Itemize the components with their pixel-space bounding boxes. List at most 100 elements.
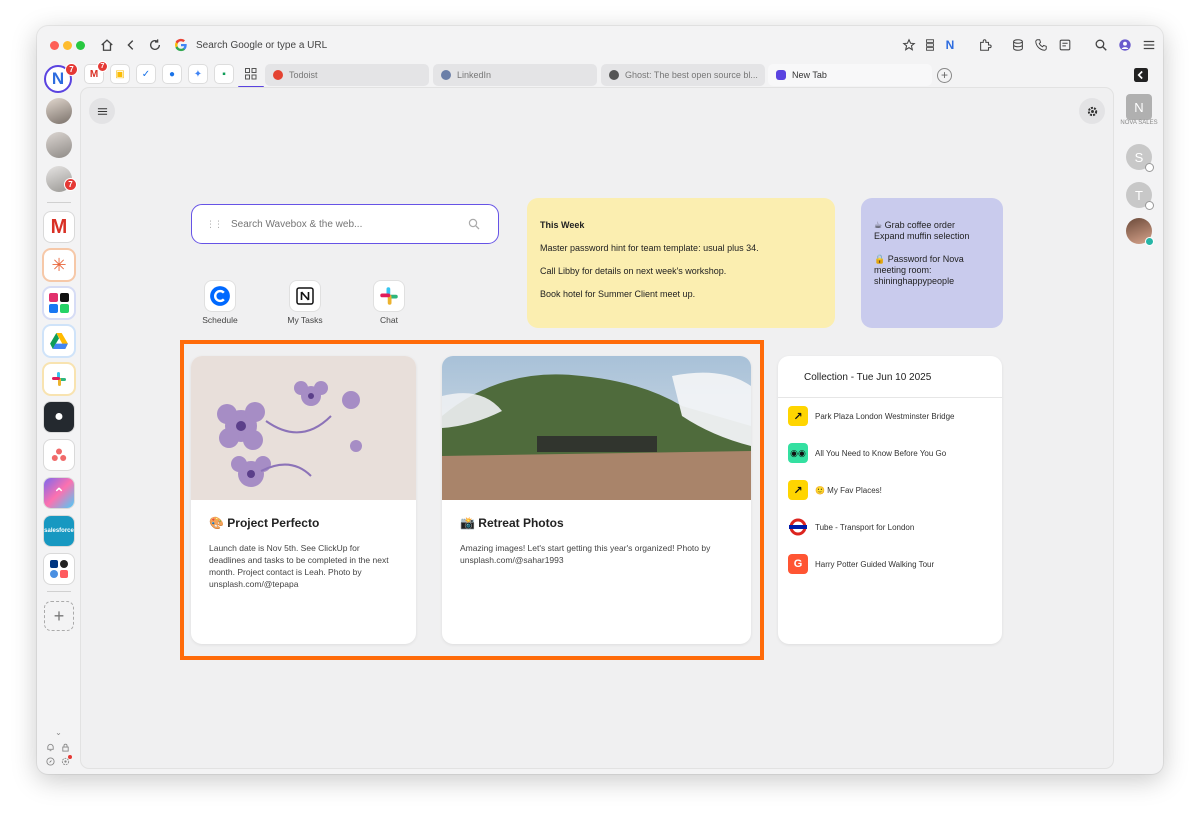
compass-icon[interactable] [46, 757, 55, 766]
chevron-down-icon[interactable]: ⌄ [54, 728, 63, 737]
sidebar-divider [47, 202, 71, 203]
notification-dot [68, 755, 72, 759]
shortcut-my-tasks[interactable]: My Tasks [270, 281, 340, 325]
database-icon[interactable] [1010, 37, 1026, 53]
claude-app-icon[interactable]: ✳ [44, 250, 74, 280]
reload-icon[interactable] [147, 37, 163, 53]
minimize-window-button[interactable] [63, 41, 72, 50]
card-project-perfecto[interactable]: 🎨 Project Perfecto Launch date is Nov 5t… [191, 356, 416, 644]
sticky-note-this-week[interactable]: This Week Master password hint for team … [527, 198, 835, 328]
ghost-icon [609, 70, 619, 80]
search-icon[interactable] [1093, 37, 1109, 53]
nova-sales-workspace[interactable]: N [1126, 94, 1152, 120]
contact-avatar-photo[interactable] [1126, 218, 1154, 246]
shortcut-chat[interactable]: Chat [354, 281, 424, 325]
menu-icon[interactable] [1141, 37, 1157, 53]
search-icon[interactable] [468, 218, 480, 230]
collection-item[interactable]: Tube - Transport for London [788, 517, 914, 537]
getyourguide-icon: G [788, 554, 808, 574]
collection-item[interactable]: G Harry Potter Guided Walking Tour [788, 554, 934, 574]
note-title: This Week [540, 220, 585, 230]
stack-icon[interactable] [922, 37, 938, 53]
contacts-tab-icon[interactable]: ● [163, 65, 181, 83]
tab-label: LinkedIn [457, 70, 492, 80]
apps-group-icon[interactable] [44, 554, 74, 584]
notes-icon[interactable] [1057, 37, 1073, 53]
collection-widget[interactable]: Collection - Tue Jun 10 2025 ↗ Park Plaz… [778, 356, 1002, 644]
tab-ghost[interactable]: Ghost: The best open source bl... [601, 64, 765, 86]
tfl-icon [788, 517, 808, 537]
tasks-tab-icon[interactable]: ✓ [137, 65, 155, 83]
account-icon[interactable] [1117, 37, 1133, 53]
shortcut-label: Chat [380, 315, 398, 325]
contact-avatar-2[interactable] [46, 132, 72, 158]
tab-label: Ghost: The best open source bl... [625, 70, 758, 80]
collection-item[interactable]: ↗ Park Plaza London Westminster Bridge [788, 406, 954, 426]
shortcut-schedule[interactable]: Schedule [185, 281, 255, 325]
slack-app-icon[interactable] [44, 364, 74, 394]
google-drive-icon[interactable] [44, 326, 74, 356]
note-line: ☕ Grab coffee order [874, 220, 955, 230]
tab-linkedin[interactable]: LinkedIn [433, 64, 597, 86]
calendar-tab-icon[interactable]: ▣ [111, 65, 129, 83]
social-group-icon[interactable] [44, 288, 74, 318]
presence-dot [1145, 163, 1154, 172]
presence-dot [1145, 201, 1154, 210]
salesforce-app-icon[interactable]: salesforce [44, 516, 74, 546]
sticky-note-coffee[interactable]: ☕ Grab coffee order Expand muffin select… [861, 198, 1003, 328]
browser-window: Search Google or type a URL N N 7 M 7 ▣ … [37, 26, 1163, 774]
back-icon[interactable] [123, 37, 139, 53]
contact-avatar-t[interactable]: T [1126, 182, 1154, 210]
floral-image [191, 356, 416, 500]
collection-title: Collection - Tue Jun 10 2025 [778, 356, 1002, 398]
search-box[interactable]: ⋮⋮ [191, 204, 499, 244]
settings-button[interactable] [1079, 98, 1105, 124]
clickup-app-icon[interactable]: ⌃ [44, 478, 74, 508]
gmail-app-icon[interactable]: M [44, 212, 74, 242]
contact-avatar-1[interactable] [46, 98, 72, 124]
address-bar[interactable]: Search Google or type a URL [174, 35, 734, 55]
collection-item[interactable]: ◉◉ All You Need to Know Before You Go [788, 443, 946, 463]
note-line: Master password hint for team template: … [540, 243, 759, 253]
card-retreat-photos[interactable]: 📸 Retreat Photos Amazing images! Let's s… [442, 356, 751, 644]
sidebar-toggle-icon[interactable] [1133, 67, 1149, 83]
chat-tab-icon[interactable]: ▪ [215, 65, 233, 83]
retreat-photo-image [442, 356, 751, 500]
instagram-icon [49, 293, 58, 302]
github-app-icon[interactable]: ● [44, 402, 74, 432]
workspace-initial: N [1134, 99, 1144, 115]
sidebar-divider [47, 591, 71, 592]
avatar-initial: S [1134, 149, 1144, 165]
asana-app-icon[interactable] [44, 440, 74, 470]
collection-item[interactable]: ↗ 🙂 My Fav Places! [788, 480, 882, 500]
apps-grid-icon[interactable] [242, 65, 260, 83]
page-menu-button[interactable] [89, 98, 115, 124]
google-icon [175, 38, 187, 52]
slack-icon [374, 281, 404, 311]
bell-icon[interactable] [46, 743, 55, 752]
contact-avatar-s[interactable]: S [1126, 144, 1154, 172]
note-line: 🔒 Password for Nova meeting room: shinin… [874, 254, 964, 286]
profile-n-icon[interactable]: N [942, 37, 958, 53]
hamburger-icon [97, 107, 107, 115]
zoom-window-button[interactable] [76, 41, 85, 50]
whatsapp-icon [60, 304, 69, 313]
presence-dot [1145, 237, 1154, 246]
drag-handle-icon[interactable]: ⋮⋮ [206, 219, 223, 230]
search-input[interactable] [231, 218, 461, 230]
gemini-tab-icon[interactable]: ✦ [189, 65, 207, 83]
tab-todoist[interactable]: Todoist [265, 64, 429, 86]
close-window-button[interactable] [50, 41, 59, 50]
facebook-icon [49, 304, 58, 313]
lock-icon[interactable] [61, 743, 70, 752]
home-icon[interactable] [99, 37, 115, 53]
left-sidebar: M 7 ✳ ● ⌃ salesforce + ⌄ [37, 88, 81, 774]
phone-icon[interactable] [1033, 37, 1049, 53]
add-app-button[interactable]: + [44, 601, 74, 631]
star-icon[interactable] [901, 37, 917, 53]
tab-new-tab[interactable]: New Tab [768, 64, 932, 86]
new-tab-button[interactable]: + [937, 68, 952, 83]
note-line: Book hotel for Summer Client meet up. [540, 289, 696, 299]
shortcut-label: My Tasks [287, 315, 323, 325]
extensions-icon[interactable] [977, 37, 993, 53]
